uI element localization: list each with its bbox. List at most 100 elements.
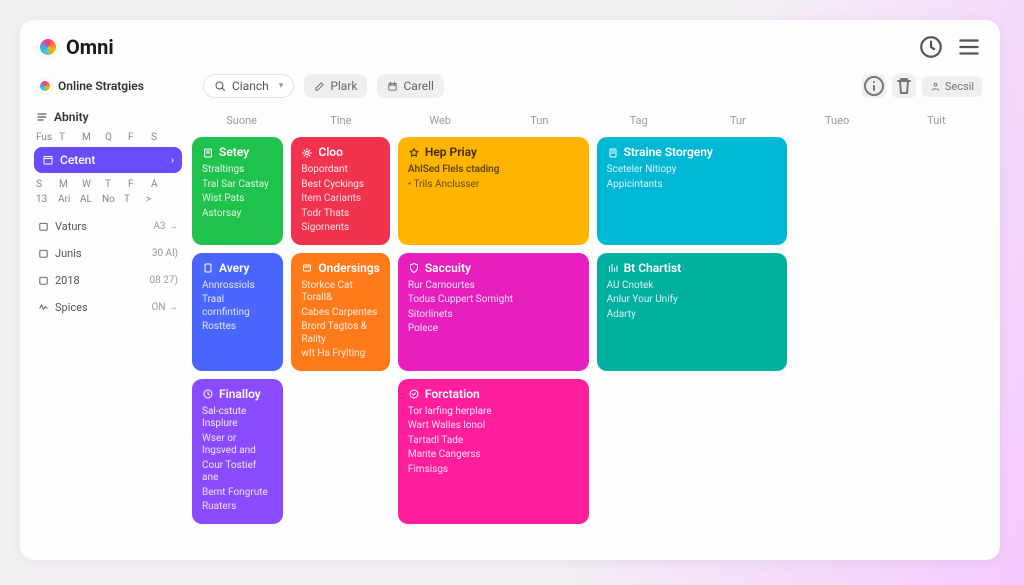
event-card[interactable]: Bt Chartist AU Cnotek Anlur Your Unify A… xyxy=(597,253,788,371)
weekday: A xyxy=(151,179,167,190)
day-col: Suone xyxy=(192,114,291,127)
event-title: Cloo xyxy=(318,145,343,160)
event-card[interactable]: Saccuity Rur Carnourtes Todus Cuppert So… xyxy=(398,253,589,371)
gear-icon xyxy=(301,147,313,159)
event-line: Todus Cuppert Somight xyxy=(408,294,579,307)
brand-name: Omni xyxy=(66,35,114,59)
shield-icon xyxy=(408,262,420,274)
history-icon[interactable] xyxy=(918,34,944,60)
day-col: Tur xyxy=(688,114,787,127)
toolbar-button-2[interactable]: Carell xyxy=(377,74,444,98)
sidebar-item-label: 2018 xyxy=(55,274,144,287)
sidebar-item[interactable]: Vaturs A3 → xyxy=(34,213,182,240)
event-card[interactable]: Setey Straltings Tral Sar Castay Wist Pa… xyxy=(192,137,283,245)
daynum: Ari xyxy=(58,194,74,205)
calendar-icon xyxy=(42,154,54,166)
event-line: Sitorlinets xyxy=(408,309,579,322)
event-title: Ondersings xyxy=(318,261,380,276)
calendar-main: Suone Tine Web Tun Tag Tur Tueo Tuit Set… xyxy=(192,108,1000,560)
event-sub: Bopordant xyxy=(301,164,380,177)
topbar: Omni xyxy=(20,20,1000,74)
event-card[interactable]: Forctation Tor larfing herplare Wart Wal… xyxy=(398,379,589,524)
sidebar-item-meta: A3 → xyxy=(153,221,178,232)
sidebar-numrow: 13 Ari AL No T > xyxy=(36,194,180,205)
weekday: Fus xyxy=(36,132,52,143)
sidebar-item-label: Vaturs xyxy=(55,220,147,233)
weekday: T xyxy=(105,179,121,190)
brand-logo-icon xyxy=(38,37,58,57)
brand-subtitle-text: Online Stratgies xyxy=(58,79,144,93)
search-icon xyxy=(214,80,226,92)
event-line: Annrossiols xyxy=(202,280,273,293)
event-line: Wart Walles lonol xyxy=(408,420,579,433)
event-sub2: Best Cyckings xyxy=(301,179,380,192)
search-label: Cianch xyxy=(232,79,269,93)
event-title: Saccuity xyxy=(425,261,471,276)
event-line: Traal cornfinting xyxy=(202,294,273,319)
sidebar-item[interactable]: Junis 30 Al) xyxy=(34,240,182,267)
event-line: Ruaters xyxy=(202,501,273,514)
star-icon xyxy=(408,147,420,159)
event-title: Hep Priay xyxy=(425,145,477,160)
event-line: Wser or Ingsved and xyxy=(202,433,273,458)
sidebar-active-item[interactable]: Cetent › xyxy=(34,147,182,173)
event-card[interactable]: Hep Priay AhlSed Flels ctading • Trils A… xyxy=(398,137,589,245)
note-icon xyxy=(202,147,214,159)
event-line: Cour Tostief ane xyxy=(202,460,273,485)
event-card[interactable]: Ondersings Storkce Cat Torall& Cabes Car… xyxy=(291,253,390,371)
sidebar-item-label: Junis xyxy=(55,247,146,260)
sidebar-weekrow-a: Fus T M Q F S xyxy=(36,132,180,143)
event-card[interactable]: Cloo Bopordant Best Cyckings Item Carian… xyxy=(291,137,390,245)
toolbar-button-1[interactable]: Plark xyxy=(304,74,367,98)
topbar-actions xyxy=(918,34,982,60)
calendar-icon xyxy=(38,248,49,259)
doc-icon xyxy=(607,147,619,159)
event-line: Storkce Cat Torall& xyxy=(301,280,380,305)
event-line: Appicintants xyxy=(607,179,778,192)
menu-icon[interactable] xyxy=(956,34,982,60)
sidebar-item-meta: 08 27) xyxy=(150,275,178,286)
trash-icon[interactable] xyxy=(892,74,916,98)
event-line: Sigornents xyxy=(301,222,380,235)
info-icon[interactable] xyxy=(862,74,886,98)
box-icon xyxy=(301,262,313,274)
chart-icon xyxy=(607,262,619,274)
weekday: Q xyxy=(105,132,121,143)
event-line: Cabes Carpentes xyxy=(301,307,380,320)
clipboard-icon xyxy=(202,262,214,274)
day-col: Tuit xyxy=(887,114,986,127)
event-line: Rosttes xyxy=(202,321,273,334)
search-input[interactable]: Cianch ▾ xyxy=(203,74,294,98)
event-line: Astorsay xyxy=(202,208,273,221)
event-line: Wist Pats xyxy=(202,193,273,206)
daynum: T xyxy=(124,194,140,205)
event-sub: Straltings xyxy=(202,164,273,177)
sidebar-item[interactable]: 2018 08 27) xyxy=(34,267,182,294)
app-window: Omni Online Stratgies Cianch ▾ Plark xyxy=(20,20,1000,560)
event-line: Todr Thats xyxy=(301,208,380,221)
sidebar-active-label: Cetent xyxy=(60,153,95,167)
event-sub: AhlSed Flels ctading xyxy=(408,164,579,177)
brand: Omni xyxy=(38,35,193,59)
day-header: Suone Tine Web Tun Tag Tur Tueo Tuit xyxy=(192,108,986,137)
day-col: Tueo xyxy=(788,114,887,127)
event-line: Tral Sar Castay xyxy=(202,179,273,192)
weekday: M xyxy=(59,179,75,190)
calendar-grid: Setey Straltings Tral Sar Castay Wist Pa… xyxy=(192,137,986,524)
event-card[interactable]: Straine Storgeny Sceteler Nitiopy Appici… xyxy=(597,137,788,245)
brand-subtitle: Online Stratgies xyxy=(38,79,193,93)
toolbar-right-pill[interactable]: Secsil xyxy=(922,76,982,97)
event-line: Sceteler Nitiopy xyxy=(607,164,778,177)
event-card[interactable]: Finalloy Sal-cstute Insplure Wser or Ing… xyxy=(192,379,283,524)
event-card[interactable]: Avery Annrossiols Traal cornfinting Rost… xyxy=(192,253,283,371)
sidebar-title: Abnity xyxy=(36,110,182,124)
event-line: Anlur Your Unify xyxy=(607,294,778,307)
weekday: F xyxy=(128,179,144,190)
event-line: Fimsisgs xyxy=(408,464,579,477)
weekday: W xyxy=(82,179,98,190)
sidebar-item[interactable]: Spices ON → xyxy=(34,294,182,321)
event-title: Bt Chartist xyxy=(624,261,682,276)
event-line: wIt Ha Frylting xyxy=(301,348,380,361)
event-line: Bemt Fongrute xyxy=(202,487,273,500)
calendar-icon xyxy=(387,81,398,92)
